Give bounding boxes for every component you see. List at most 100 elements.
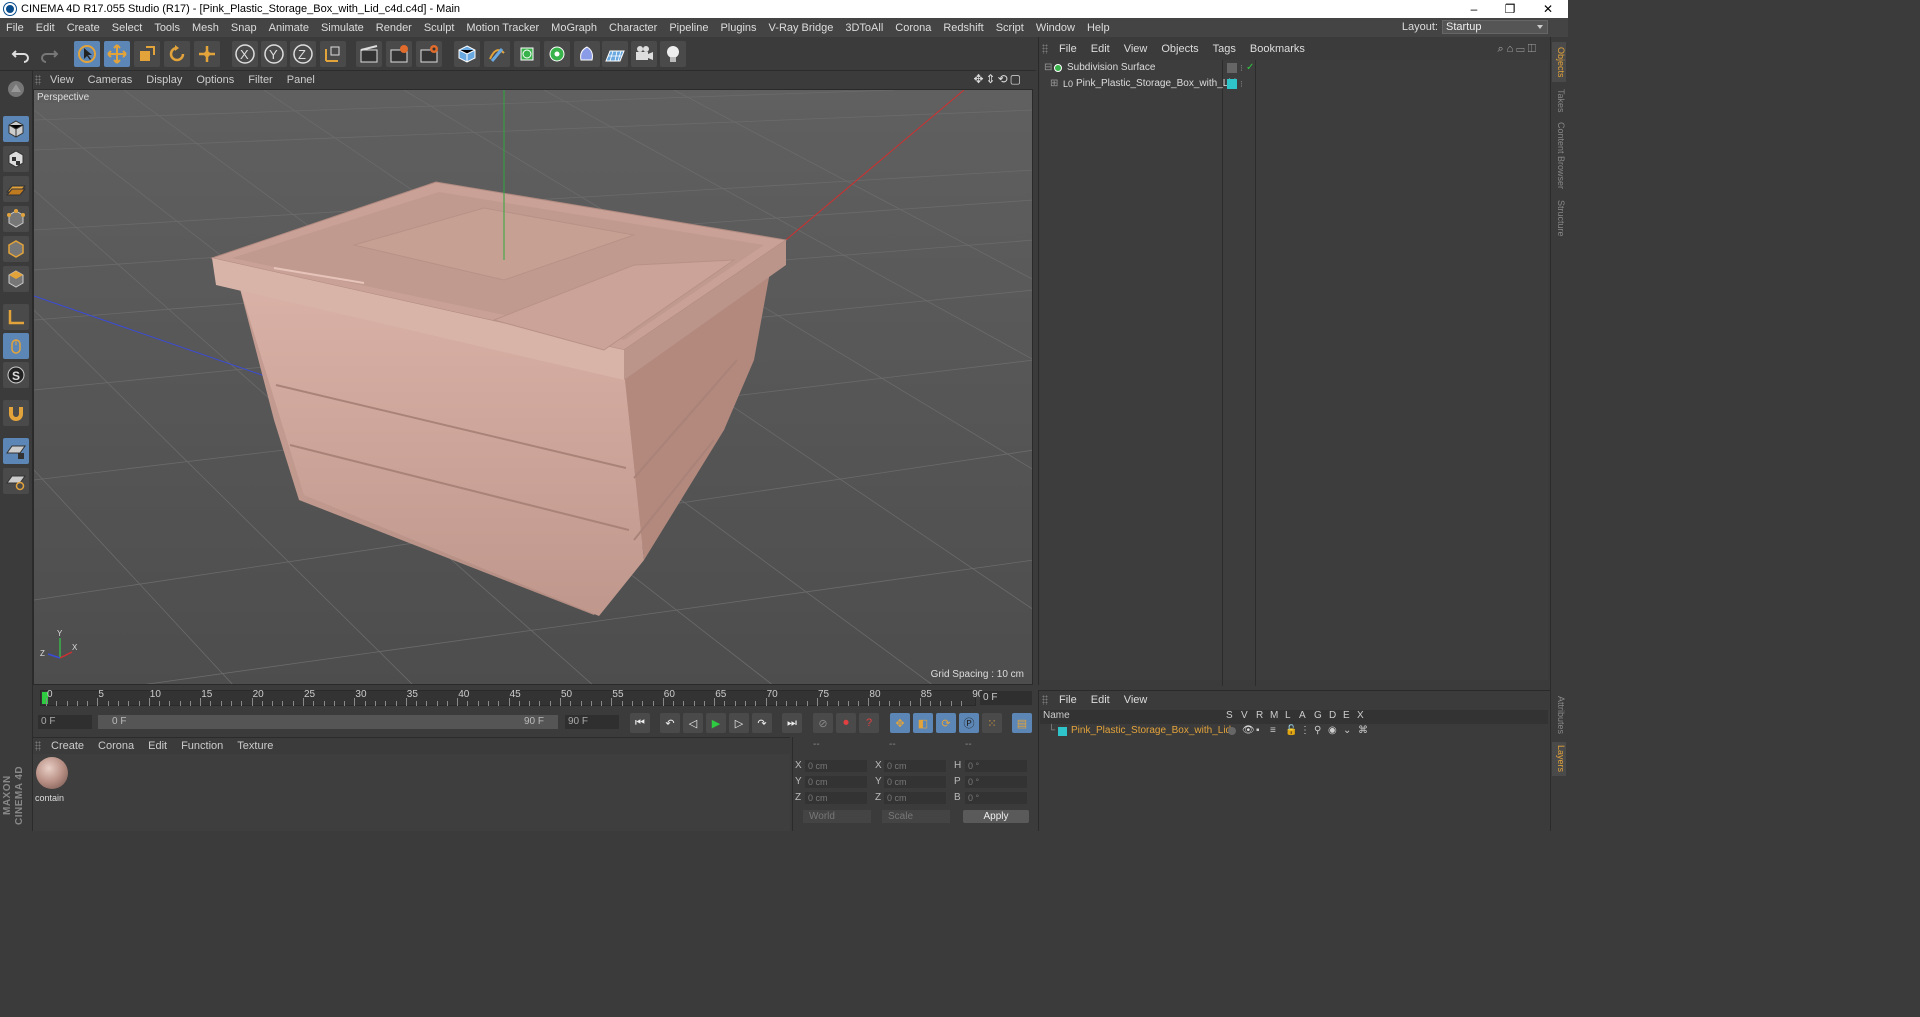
position-x-field[interactable]: 0 cm: [805, 760, 867, 772]
layer-col-generators[interactable]: G: [1314, 710, 1322, 721]
menu-sculpt[interactable]: Sculpt: [418, 22, 461, 34]
move-tool-button[interactable]: [104, 41, 130, 67]
menu-simulate[interactable]: Simulate: [315, 22, 370, 34]
menu-3dtoall[interactable]: 3DToAll: [839, 22, 889, 34]
layer-view-eye-icon[interactable]: 👁: [1242, 724, 1255, 738]
go-to-end-button[interactable]: ⏭: [782, 713, 802, 733]
layer-menu-edit[interactable]: Edit: [1084, 694, 1117, 706]
key-rotation-button[interactable]: ⟳: [936, 713, 956, 733]
menu-snap[interactable]: Snap: [225, 22, 263, 34]
menu-pipeline[interactable]: Pipeline: [663, 22, 714, 34]
layer-col-solo[interactable]: S: [1226, 710, 1233, 721]
object-menu-file[interactable]: File: [1052, 43, 1084, 55]
render-view-button[interactable]: [356, 41, 382, 67]
layer-color-swatch[interactable]: [1058, 727, 1067, 736]
end-frame-field[interactable]: 90 F: [565, 715, 619, 729]
coordinate-system-button[interactable]: [320, 41, 346, 67]
render-picture-viewer-button[interactable]: [386, 41, 412, 67]
tab-objects[interactable]: Objects: [1552, 42, 1566, 82]
menu-file[interactable]: File: [0, 22, 30, 34]
layer-col-deformers[interactable]: D: [1329, 710, 1336, 721]
layer-lock-icon[interactable]: 🔓: [1285, 724, 1297, 738]
redo-button[interactable]: [36, 41, 62, 67]
solo-button[interactable]: S: [3, 362, 29, 388]
rotation-b-field[interactable]: 0 °: [965, 792, 1027, 804]
layer-col-name[interactable]: Name: [1043, 710, 1070, 721]
object-row-storage-box[interactable]: ⊞ L0 Pink_Plastic_Storage_Box_with_Lid ⁝: [1040, 76, 1548, 92]
minimize-button[interactable]: –: [1456, 0, 1492, 18]
object-menu-view[interactable]: View: [1117, 43, 1155, 55]
viewport-menu-view[interactable]: View: [43, 74, 81, 86]
add-cube-button[interactable]: [454, 41, 480, 67]
tweak-mode-button[interactable]: [3, 333, 29, 359]
menu-help[interactable]: Help: [1081, 22, 1116, 34]
menu-redshift[interactable]: Redshift: [937, 22, 989, 34]
tab-attributes[interactable]: Attributes: [1552, 692, 1566, 738]
viewport-menu-cameras[interactable]: Cameras: [81, 74, 140, 86]
add-floor-button[interactable]: [602, 41, 628, 67]
tab-takes[interactable]: Takes: [1552, 86, 1566, 116]
3d-viewport[interactable]: Y X Z Perspective Grid Spacing : 10 cm: [33, 89, 1033, 685]
add-deformer-button[interactable]: [574, 41, 600, 67]
texture-mode-button[interactable]: [3, 146, 29, 172]
select-tool-button[interactable]: [74, 41, 100, 67]
key-scale-button[interactable]: ◧: [913, 713, 933, 733]
rotate-tool-button[interactable]: [164, 41, 190, 67]
previous-key-button[interactable]: ↶: [660, 713, 680, 733]
layout-dropdown[interactable]: Startup: [1442, 20, 1548, 34]
tab-content-browser[interactable]: Content Browser: [1552, 120, 1566, 192]
layer-name[interactable]: Pink_Plastic_Storage_Box_with_Lid: [1071, 724, 1231, 738]
grid-snap-button[interactable]: [3, 468, 29, 494]
layer-manager-icon[interactable]: ≡: [1270, 724, 1276, 738]
layer-menu-view[interactable]: View: [1117, 694, 1155, 706]
menu-character[interactable]: Character: [603, 22, 663, 34]
material-menu-texture[interactable]: Texture: [230, 740, 280, 752]
viewport-navigation-icons[interactable]: ✥⇕⟲▢: [966, 72, 1030, 86]
layer-xref-icon[interactable]: ⌘: [1358, 724, 1368, 738]
tab-structure[interactable]: Structure: [1552, 196, 1566, 240]
menu-animate[interactable]: Animate: [263, 22, 315, 34]
layer-col-xref[interactable]: X: [1357, 710, 1364, 721]
layer-color-swatch[interactable]: [1227, 79, 1237, 89]
undo-button[interactable]: [8, 41, 34, 67]
object-menu-objects[interactable]: Objects: [1154, 43, 1205, 55]
layer-animation-icon[interactable]: ⋮: [1300, 724, 1310, 738]
apply-button[interactable]: Apply: [963, 810, 1029, 823]
layer-col-animation[interactable]: A: [1299, 710, 1306, 721]
autokeying-button[interactable]: ⏺: [836, 713, 856, 733]
menu-create[interactable]: Create: [61, 22, 106, 34]
workplane-mode-button[interactable]: [3, 176, 29, 202]
size-y-field[interactable]: 0 cm: [884, 776, 946, 788]
scale-tool-button[interactable]: [134, 41, 160, 67]
coordinate-space-dropdown[interactable]: World: [803, 810, 871, 823]
viewport-menu-display[interactable]: Display: [139, 74, 189, 86]
viewport-menu-filter[interactable]: Filter: [241, 74, 279, 86]
material-preview-swatch[interactable]: [36, 757, 68, 789]
material-menu-create[interactable]: Create: [44, 740, 91, 752]
add-pen-spline-button[interactable]: [484, 41, 510, 67]
x-axis-lock-button[interactable]: X: [232, 41, 258, 67]
rotation-h-field[interactable]: 0 °: [965, 760, 1027, 772]
add-camera-button[interactable]: [631, 41, 657, 67]
keyframe-selection-button[interactable]: ?: [859, 713, 879, 733]
key-parameter-button[interactable]: Ⓟ: [959, 713, 979, 733]
workplane-lock-button[interactable]: [3, 438, 29, 464]
snap-button[interactable]: [3, 400, 29, 426]
material-name[interactable]: contain: [35, 793, 71, 803]
enabled-check-icon[interactable]: ✓: [1246, 60, 1254, 76]
material-menu-corona[interactable]: Corona: [91, 740, 141, 752]
material-menu-function[interactable]: Function: [174, 740, 230, 752]
y-axis-lock-button[interactable]: Y: [261, 41, 287, 67]
viewport-menu-panel[interactable]: Panel: [280, 74, 322, 86]
z-axis-lock-button[interactable]: Z: [290, 41, 316, 67]
render-settings-button[interactable]: [416, 41, 442, 67]
restore-button[interactable]: ❐: [1492, 0, 1528, 18]
render-visibility-dots-icon[interactable]: ⁝: [1240, 60, 1243, 76]
layer-deformers-icon[interactable]: ◉: [1328, 724, 1337, 738]
menu-select[interactable]: Select: [106, 22, 149, 34]
expand-icon[interactable]: ⊞: [1050, 76, 1058, 92]
object-menu-edit[interactable]: Edit: [1084, 43, 1117, 55]
layer-row[interactable]: └ Pink_Plastic_Storage_Box_with_Lid 👁 ▪ …: [1040, 724, 1548, 738]
menu-mesh[interactable]: Mesh: [186, 22, 225, 34]
menu-edit[interactable]: Edit: [30, 22, 61, 34]
